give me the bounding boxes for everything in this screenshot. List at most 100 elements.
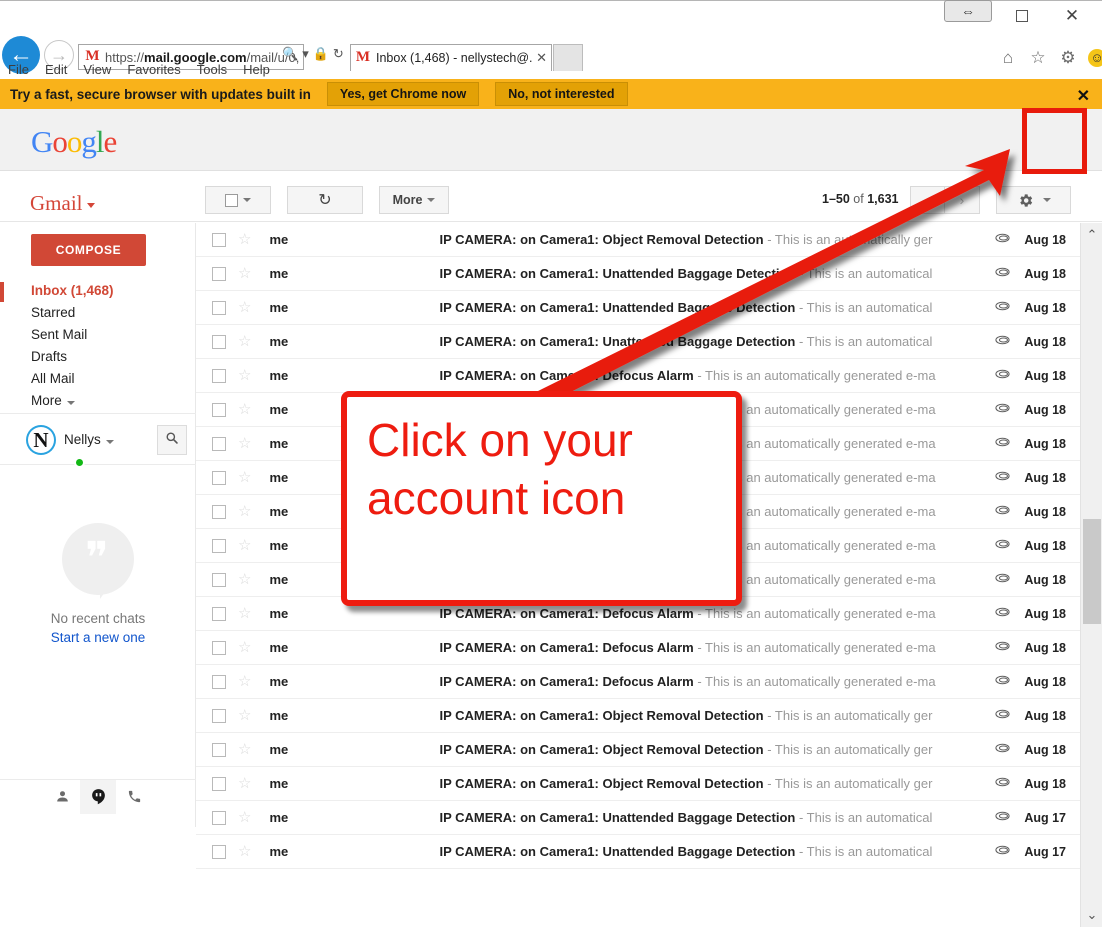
previous-page-button[interactable]: ‹	[910, 186, 945, 214]
row-checkbox[interactable]	[212, 369, 226, 383]
table-row[interactable]: ☆meIP CAMERA: on Camera1: Defocus Alarm …	[196, 631, 1080, 665]
menu-item-edit[interactable]: Edit	[45, 62, 67, 77]
contacts-tab[interactable]	[44, 780, 80, 814]
star-icon[interactable]: ☆	[238, 641, 251, 655]
refresh-button[interactable]: ↻	[287, 186, 363, 214]
star-icon[interactable]: ☆	[238, 845, 251, 859]
star-icon[interactable]: ☆	[238, 573, 251, 587]
row-checkbox[interactable]	[212, 471, 226, 485]
chevron-down-icon[interactable]	[427, 198, 435, 202]
hangouts-tab[interactable]	[80, 780, 116, 814]
chevron-down-icon[interactable]	[243, 198, 251, 202]
row-checkbox[interactable]	[212, 777, 226, 791]
start-new-chat-link[interactable]: Start a new one	[0, 630, 196, 645]
table-row[interactable]: ☆meIP CAMERA: on Camera1: Defocus Alarm …	[196, 529, 1080, 563]
row-checkbox[interactable]	[212, 743, 226, 757]
star-icon[interactable]: ☆	[238, 505, 251, 519]
menu-item-view[interactable]: View	[83, 62, 111, 77]
table-row[interactable]: ☆meIP CAMERA: on Camera1: Defocus Alarm …	[196, 665, 1080, 699]
table-row[interactable]: ☆meIP CAMERA: on Camera1: Defocus Alarm …	[196, 495, 1080, 529]
select-all-dropdown[interactable]	[205, 186, 271, 214]
table-row[interactable]: ☆meIP CAMERA: on Camera1: Unattended Bag…	[196, 257, 1080, 291]
settings-button[interactable]	[996, 186, 1071, 214]
star-icon[interactable]: ☆	[238, 811, 251, 825]
menu-item-file[interactable]: File	[8, 62, 29, 77]
row-checkbox[interactable]	[212, 437, 226, 451]
chevron-down-icon[interactable]	[67, 401, 75, 405]
close-icon[interactable]: ✕	[1077, 86, 1090, 106]
star-icon[interactable]: ☆	[238, 675, 251, 689]
star-icon[interactable]: ☆	[238, 369, 251, 383]
gmail-chevron-down-icon[interactable]	[87, 203, 95, 208]
table-row[interactable]: ☆meIP CAMERA: on Camera1: Defocus Alarm …	[196, 563, 1080, 597]
next-page-button[interactable]: ›	[945, 186, 980, 214]
sidebar-account-name[interactable]: Nellys	[64, 432, 114, 447]
more-button[interactable]: More	[379, 186, 449, 214]
sidebar-item-drafts[interactable]: Drafts	[0, 346, 196, 368]
row-checkbox[interactable]	[212, 811, 226, 825]
compose-button[interactable]: COMPOSE	[31, 234, 146, 266]
star-icon[interactable]: ☆	[238, 403, 251, 417]
row-checkbox[interactable]	[212, 233, 226, 247]
menu-item-tools[interactable]: Tools	[197, 62, 227, 77]
star-icon[interactable]: ☆	[238, 743, 251, 757]
sidebar-account-avatar[interactable]: N	[26, 425, 56, 455]
table-row[interactable]: ☆meIP CAMERA: on Camera1: Object Removal…	[196, 733, 1080, 767]
sidebar-item-more[interactable]: More	[0, 390, 196, 412]
table-row[interactable]: ☆meIP CAMERA: on Camera1: Object Removal…	[196, 699, 1080, 733]
row-checkbox[interactable]	[212, 675, 226, 689]
hangouts-account-row[interactable]: N Nellys	[0, 413, 196, 465]
email-list-scrollbar[interactable]: ⌃ ⌄	[1080, 223, 1102, 927]
star-icon[interactable]: ☆	[238, 777, 251, 791]
table-row[interactable]: ☆meIP CAMERA: on Camera1: Unattended Bag…	[196, 835, 1080, 869]
row-checkbox[interactable]	[212, 641, 226, 655]
select-all-checkbox[interactable]	[225, 194, 238, 207]
calls-tab[interactable]	[116, 780, 152, 814]
star-icon[interactable]: ☆	[238, 607, 251, 621]
gmail-brand[interactable]: Gmail	[30, 191, 95, 216]
accept-chrome-button[interactable]: Yes, get Chrome now	[327, 82, 479, 106]
star-icon[interactable]: ☆	[238, 709, 251, 723]
star-icon[interactable]: ☆	[238, 301, 251, 315]
star-icon[interactable]: ☆	[238, 335, 251, 349]
sidebar-item-all-mail[interactable]: All Mail	[0, 368, 196, 390]
chevron-down-icon[interactable]	[106, 440, 114, 444]
table-row[interactable]: ☆meIP CAMERA: on Camera1: Object Removal…	[196, 767, 1080, 801]
table-row[interactable]: ☆meIP CAMERA: on Camera1: Object Removal…	[196, 223, 1080, 257]
star-icon[interactable]: ☆	[238, 471, 251, 485]
sidebar-item-starred[interactable]: Starred	[0, 302, 196, 324]
row-checkbox[interactable]	[212, 335, 226, 349]
row-checkbox[interactable]	[212, 573, 226, 587]
menu-item-favorites[interactable]: Favorites	[127, 62, 180, 77]
row-checkbox[interactable]	[212, 845, 226, 859]
row-checkbox[interactable]	[212, 539, 226, 553]
row-checkbox[interactable]	[212, 403, 226, 417]
sidebar-item-inbox[interactable]: Inbox (1,468)	[0, 280, 196, 302]
table-row[interactable]: ☆meIP CAMERA: on Camera1: Unattended Bag…	[196, 291, 1080, 325]
scroll-up-arrow-icon[interactable]: ⌃	[1081, 227, 1102, 243]
email-list[interactable]: ☆meIP CAMERA: on Camera1: Object Removal…	[196, 223, 1080, 927]
row-checkbox[interactable]	[212, 267, 226, 281]
row-checkbox[interactable]	[212, 505, 226, 519]
table-row[interactable]: ☆meIP CAMERA: on Camera1: Defocus Alarm …	[196, 427, 1080, 461]
decline-chrome-button[interactable]: No, not interested	[495, 82, 627, 106]
row-checkbox[interactable]	[212, 607, 226, 621]
star-icon[interactable]: ☆	[238, 233, 251, 247]
table-row[interactable]: ☆meIP CAMERA: on Camera1: Unattended Bag…	[196, 325, 1080, 359]
table-row[interactable]: ☆meIP CAMERA: on Camera1: Defocus Alarm …	[196, 393, 1080, 427]
sidebar-item-sent-mail[interactable]: Sent Mail	[0, 324, 196, 346]
star-icon[interactable]: ☆	[238, 539, 251, 553]
table-row[interactable]: ☆meIP CAMERA: on Camera1: Defocus Alarm …	[196, 359, 1080, 393]
table-row[interactable]: ☆meIP CAMERA: on Camera1: Unattended Bag…	[196, 801, 1080, 835]
scroll-down-arrow-icon[interactable]: ⌄	[1081, 907, 1102, 923]
scrollbar-thumb[interactable]	[1083, 519, 1101, 624]
table-row[interactable]: ☆meIP CAMERA: on Camera1: Defocus Alarm …	[196, 597, 1080, 631]
row-checkbox[interactable]	[212, 709, 226, 723]
star-icon[interactable]: ☆	[238, 437, 251, 451]
menu-item-help[interactable]: Help	[243, 62, 270, 77]
chevron-down-icon[interactable]	[1043, 198, 1051, 202]
row-checkbox[interactable]	[212, 301, 226, 315]
hangouts-search-button[interactable]	[157, 425, 187, 455]
star-icon[interactable]: ☆	[238, 267, 251, 281]
table-row[interactable]: ☆meIP CAMERA: on Camera1: Defocus Alarm …	[196, 461, 1080, 495]
